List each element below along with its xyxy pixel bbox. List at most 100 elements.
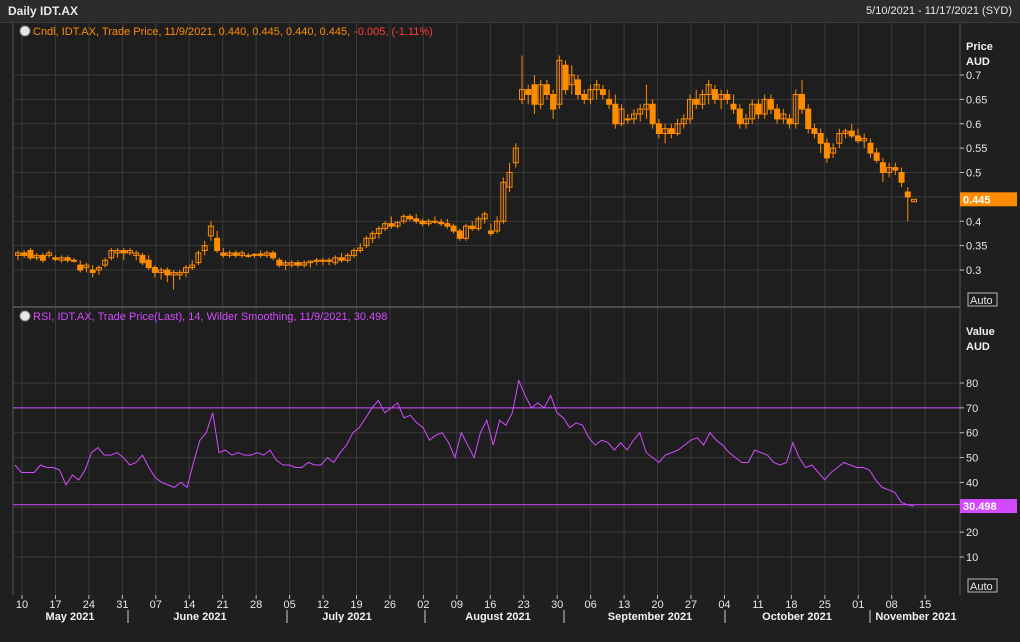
month-label: November 2021: [875, 611, 956, 623]
candle-body: [624, 118, 631, 121]
candle-body: [848, 130, 855, 137]
candle-body: [338, 257, 345, 261]
candle-body: [774, 108, 781, 120]
x-tick-label: 07: [150, 599, 162, 611]
candle-body: [232, 252, 239, 256]
rsi-tick-label: 40: [966, 477, 978, 489]
price-axis-title: Price: [966, 41, 993, 53]
candle-body: [649, 103, 656, 125]
x-tick-label: 27: [685, 599, 697, 611]
candle-body: [39, 254, 46, 261]
x-tick-label: 01: [852, 599, 864, 611]
candle-body: [606, 98, 613, 105]
rsi-last-value: 30.498: [963, 501, 997, 513]
candle-body: [525, 89, 532, 95]
candle-body: [77, 264, 84, 271]
rsi-auto-label: Auto: [970, 581, 993, 593]
candle-body: [550, 94, 557, 110]
price-legend-toggle-icon[interactable]: [19, 25, 31, 37]
price-legend-text: Cndl, IDT.AX, Trade Price, 11/9/2021, 0.…: [33, 26, 350, 38]
month-label: October 2021: [762, 611, 832, 623]
candle-body: [326, 259, 333, 262]
rsi-legend[interactable]: RSI, IDT.AX, Trade Price(Last), 14, Wild…: [33, 311, 387, 323]
rsi-legend-toggle-icon[interactable]: [19, 310, 31, 322]
x-tick-label: 12: [317, 599, 329, 611]
x-tick-label: 02: [417, 599, 429, 611]
candle-body: [730, 103, 737, 110]
candle-body: [220, 252, 227, 256]
candle-body: [581, 94, 588, 100]
price-last-value: 0.445: [963, 194, 991, 206]
candle-body: [543, 84, 550, 95]
price-auto-scale-button[interactable]: Auto: [967, 292, 998, 307]
rsi-plot-area[interactable]: [13, 308, 960, 595]
candle-body: [431, 220, 438, 223]
rsi-axis-title: Value: [966, 326, 995, 338]
rsi-auto-scale-button[interactable]: Auto: [967, 578, 998, 593]
rsi-tick-label: 10: [966, 552, 978, 564]
x-tick-label: 16: [484, 599, 496, 611]
candle-body: [319, 259, 326, 262]
candle-body: [817, 133, 824, 144]
candle-body: [89, 269, 96, 273]
x-tick-label: 18: [785, 599, 797, 611]
candle-body: [873, 152, 880, 161]
month-label: September 2021: [608, 611, 692, 623]
price-tick-label: 0.55: [966, 143, 987, 155]
price-tick-label: 0.35: [966, 241, 987, 253]
candle-body: [257, 253, 264, 256]
rsi-tick-label: 70: [966, 403, 978, 415]
x-tick-label: 14: [183, 599, 195, 611]
price-last-value-tag: 0.445: [960, 192, 1017, 207]
candle-body: [599, 89, 606, 95]
price-tick-label: 0.65: [966, 94, 987, 106]
candle-body: [388, 223, 395, 227]
x-tick-label: 30: [551, 599, 563, 611]
rsi-tick-label: 80: [966, 378, 978, 390]
x-tick-label: 11: [752, 599, 763, 611]
candle-body: [419, 220, 426, 225]
candle-body: [27, 250, 34, 259]
x-tick-label: 04: [718, 599, 730, 611]
candle-body: [245, 254, 252, 257]
candle-body: [214, 237, 221, 251]
candle-body: [295, 262, 301, 266]
candle-body: [786, 118, 793, 125]
candle-body: [139, 254, 146, 264]
candle-body: [655, 123, 662, 134]
price-tick-label: 0.6: [966, 119, 981, 131]
candle-body: [313, 259, 320, 262]
month-axis-labels: May 2021 June 2021 July 2021 August 2021 Sep…: [46, 610, 957, 623]
candle-body: [21, 252, 28, 256]
candle-body: [736, 108, 743, 125]
candle-body: [575, 79, 581, 95]
month-label: August 2021: [465, 611, 530, 623]
candle-body: [562, 64, 569, 91]
price-tick-label: 0.5: [966, 168, 981, 180]
month-label: July 2021: [322, 611, 372, 623]
x-tick-label: 31: [116, 599, 128, 611]
candle-body: [120, 250, 127, 254]
candle-body: [799, 94, 805, 110]
candle-body: [767, 98, 774, 110]
candle-body: [450, 225, 457, 232]
x-tick-label: 10: [16, 599, 28, 611]
x-tick-label: 08: [886, 599, 898, 611]
chart-canvas[interactable]: 0.30.350.40.450.50.550.60.650.7 10203040…: [0, 0, 1020, 642]
month-label: June 2021: [173, 611, 226, 623]
candle-body: [270, 252, 277, 259]
candle-body: [413, 218, 420, 222]
rsi-axis-unit: AUD: [966, 341, 990, 353]
x-tick-label: 09: [451, 599, 463, 611]
candle-body: [855, 135, 861, 142]
price-legend[interactable]: Cndl, IDT.AX, Trade Price, 11/9/2021, 0.…: [33, 26, 433, 38]
rsi-tick-label: 60: [966, 428, 978, 440]
x-tick-label: 28: [250, 599, 262, 611]
candle-body: [898, 172, 905, 183]
rsi-last-value-tag: 30.498: [960, 499, 1017, 514]
price-plot-area[interactable]: [13, 23, 960, 306]
candle-body: [407, 215, 413, 220]
candle-body: [438, 221, 445, 225]
candle-body: [668, 128, 675, 134]
x-tick-label: 26: [384, 599, 396, 611]
